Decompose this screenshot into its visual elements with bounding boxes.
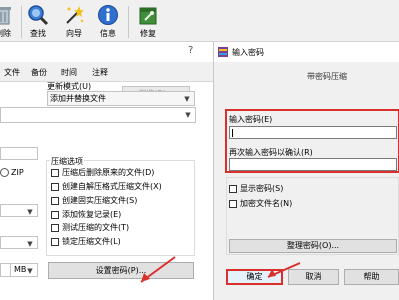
arrow-to-set-password bbox=[140, 256, 176, 283]
annotation-arrows bbox=[140, 256, 301, 283]
arrow-to-ok bbox=[267, 262, 301, 278]
